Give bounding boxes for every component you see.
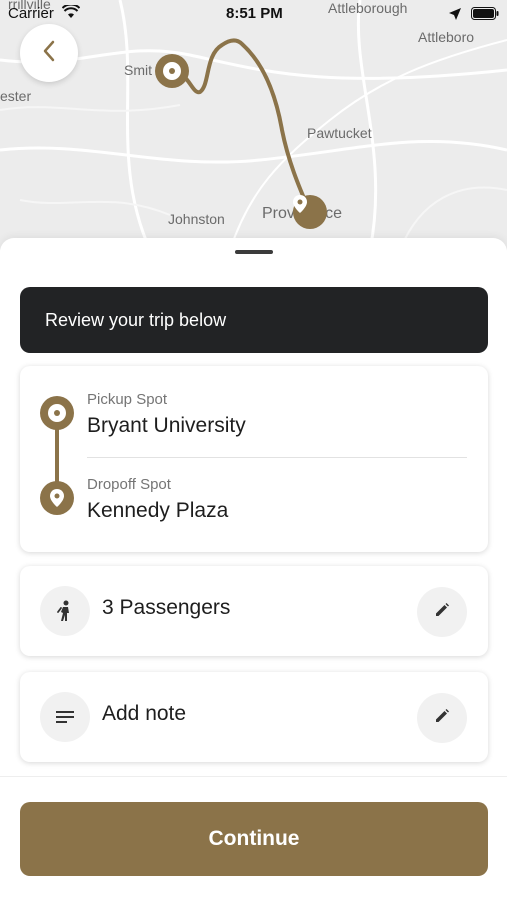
map-label: Pawtucket — [307, 125, 372, 141]
continue-button[interactable]: Continue — [20, 802, 488, 876]
back-button[interactable] — [20, 24, 78, 82]
battery-icon — [471, 7, 499, 25]
dropoff-value[interactable]: Kennedy Plaza — [87, 499, 228, 523]
pickup-label: Pickup Spot — [87, 391, 168, 408]
person-icon — [40, 586, 90, 636]
edit-passengers-button[interactable] — [417, 587, 467, 637]
location-arrow-icon — [449, 7, 461, 25]
dropoff-pin-icon — [40, 481, 74, 515]
carrier-label: Carrier — [8, 5, 54, 22]
clock-time: 8:51 PM — [226, 5, 283, 22]
pickup-value[interactable]: Bryant University — [87, 414, 246, 438]
map-label: Smit — [124, 62, 152, 78]
map-label: Johnston — [168, 211, 225, 227]
pencil-icon — [435, 602, 449, 622]
edit-note-button[interactable] — [417, 693, 467, 743]
map-view[interactable]: rrillville Attleborough Attleboro Smit e… — [0, 0, 507, 250]
footer-divider — [0, 776, 507, 777]
pencil-icon — [435, 708, 449, 728]
passengers-label: 3 Passengers — [102, 596, 231, 619]
map-label: ester — [0, 88, 32, 104]
continue-button-label: Continue — [208, 827, 300, 850]
wifi-icon — [61, 3, 81, 24]
dropoff-map-pin-icon — [293, 195, 327, 229]
note-card[interactable]: Add note — [20, 672, 488, 762]
divider — [87, 457, 467, 458]
map-label: Attleboro — [418, 29, 475, 45]
review-banner-text: Review your trip below — [45, 309, 227, 330]
note-label: Add note — [102, 702, 187, 725]
trip-summary-card: Pickup Spot Bryant University Dropoff Sp… — [20, 366, 488, 552]
passengers-card[interactable]: 3 Passengers — [20, 566, 488, 656]
chevron-left-icon — [42, 40, 56, 67]
notes-lines-icon — [40, 692, 90, 742]
sheet-drag-handle[interactable] — [235, 250, 273, 254]
dropoff-label: Dropoff Spot — [87, 476, 171, 493]
pickup-pin-icon — [40, 396, 74, 430]
trip-review-sheet: Review your trip below Pickup Spot Bryan… — [0, 238, 507, 900]
pickup-map-pin-icon — [155, 54, 189, 88]
review-banner: Review your trip below — [20, 287, 488, 353]
status-bar: Carrier 8:51 PM — [0, 0, 507, 28]
